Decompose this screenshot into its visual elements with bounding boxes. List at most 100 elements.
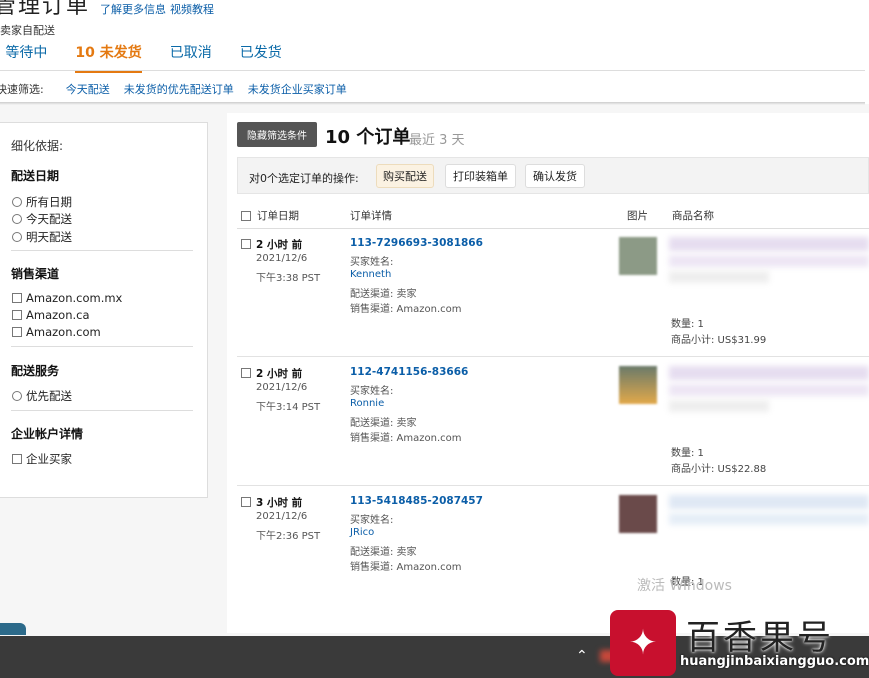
quantity: 数量: 1 — [671, 319, 704, 330]
tabs-divider — [0, 70, 865, 71]
row-checkbox[interactable] — [241, 368, 251, 378]
order-age: 3 小时 前 — [256, 497, 303, 509]
product-image[interactable] — [619, 495, 657, 533]
filter-amazon-mx[interactable]: Amazon.com.mx — [12, 291, 122, 305]
radio-icon[interactable] — [12, 214, 22, 224]
print-packing-slip-button[interactable]: 打印装箱单 — [445, 164, 516, 188]
col-image: 图片 — [627, 210, 648, 222]
checkbox-icon[interactable] — [12, 327, 22, 337]
product-image[interactable] — [619, 237, 657, 275]
order-id-link[interactable]: 112-4741156-83666 — [350, 366, 468, 378]
buyer-name-link[interactable]: Ronnie — [350, 398, 384, 409]
order-age: 2 小时 前 — [256, 368, 303, 380]
page-header: 管理订单 了解更多信息 视频教程 卖家自配送 0 等待中 10 未发货 已取消 … — [0, 0, 869, 105]
filter-divider — [11, 346, 193, 347]
quick-filter-label: 快速筛选: — [0, 83, 44, 96]
filter-title-business: 企业帐户详情 — [11, 427, 84, 441]
video-tutorial-link[interactable]: 视频教程 — [170, 1, 214, 17]
filter-today[interactable]: 今天配送 — [12, 211, 72, 227]
order-count: 10 个订单 — [325, 127, 411, 148]
product-title-blurred — [669, 384, 869, 396]
ship-channel: 配送渠道: 卖家 — [350, 547, 417, 558]
order-age: 2 小时 前 — [256, 239, 303, 251]
filter-divider — [11, 250, 193, 251]
refine-label: 细化依据: — [11, 139, 64, 153]
title-row: 管理订单 了解更多信息 视频教程 — [0, 0, 214, 20]
filter-amazon-com[interactable]: Amazon.com — [12, 325, 101, 339]
buyer-name-link[interactable]: Kenneth — [350, 269, 391, 280]
order-time: 下午3:38 PST — [256, 273, 321, 284]
row-checkbox[interactable] — [241, 497, 251, 507]
tab-unshipped[interactable]: 10 未发货 — [75, 42, 142, 73]
filter-title-sales-channel: 销售渠道 — [11, 267, 60, 281]
filter-priority[interactable]: 优先配送 — [12, 388, 72, 404]
filter-all-dates[interactable]: 所有日期 — [12, 194, 72, 210]
quick-filter-today[interactable]: 今天配送 — [66, 81, 110, 97]
sales-channel: 销售渠道: Amazon.com — [350, 304, 462, 315]
product-title-blurred — [669, 255, 869, 267]
quick-filter-priority[interactable]: 未发货的优先配送订单 — [124, 81, 234, 97]
ship-channel: 配送渠道: 卖家 — [350, 418, 417, 429]
filter-divider — [11, 410, 193, 411]
fulfillment-subtitle: 卖家自配送 — [0, 24, 55, 37]
ship-channel: 配送渠道: 卖家 — [350, 289, 417, 300]
tab-pending[interactable]: 0 等待中 — [0, 42, 47, 73]
order-date: 2021/12/6 — [256, 382, 308, 393]
select-all-checkbox[interactable] — [241, 210, 251, 221]
filter-business-buyer[interactable]: 企业买家 — [12, 451, 72, 467]
checkbox-icon[interactable] — [12, 310, 22, 320]
product-sku-blurred — [669, 271, 769, 283]
product-title-blurred — [669, 513, 869, 525]
order-tabs: 0 等待中 10 未发货 已取消 已发货 — [0, 42, 310, 73]
buyer-label: 买家姓名: — [350, 257, 394, 268]
chevron-up-icon[interactable]: ⌃ — [576, 648, 588, 664]
seller-central-page: 管理订单 了解更多信息 视频教程 卖家自配送 0 等待中 10 未发货 已取消 … — [0, 0, 869, 678]
product-title-blurred — [669, 237, 869, 251]
order-range: 最近 3 天 — [409, 133, 465, 148]
col-order-date: 订单日期 — [241, 208, 299, 223]
buyer-label: 买家姓名: — [350, 386, 394, 397]
chat-tab[interactable] — [0, 623, 26, 635]
order-date: 2021/12/6 — [256, 511, 308, 522]
row-divider — [237, 485, 869, 486]
tab-shipped[interactable]: 已发货 — [240, 42, 282, 73]
learn-more-link[interactable]: 了解更多信息 — [100, 1, 166, 17]
buyer-label: 买家姓名: — [350, 515, 394, 526]
order-time: 下午3:14 PST — [256, 402, 321, 413]
radio-icon[interactable] — [12, 391, 22, 401]
order-time: 下午2:36 PST — [256, 531, 321, 542]
sales-channel: 销售渠道: Amazon.com — [350, 433, 462, 444]
row-checkbox[interactable] — [241, 239, 251, 249]
checkbox-icon[interactable] — [12, 293, 22, 303]
radio-icon[interactable] — [12, 197, 22, 207]
bulk-action-label: 对0个选定订单的操作: — [249, 172, 359, 185]
filter-title-ship-date: 配送日期 — [11, 169, 60, 183]
sales-channel: 销售渠道: Amazon.com — [350, 562, 462, 573]
subtotal: 商品小计: US$31.99 — [671, 335, 767, 346]
tab-cancelled[interactable]: 已取消 — [170, 42, 212, 73]
product-sku-blurred — [669, 400, 769, 412]
confirm-shipment-button[interactable]: 确认发货 — [525, 164, 585, 188]
buyer-name-link[interactable]: JRico — [350, 527, 374, 538]
quick-filter-row: 快速筛选: 今天配送 未发货的优先配送订单 未发货企业买家订单 — [0, 81, 361, 97]
quantity: 数量: 1 — [671, 448, 704, 459]
hide-filters-button[interactable]: 隐藏筛选条件 — [237, 122, 317, 147]
table-row: 2 小时 前 2021/12/6 下午3:14 PST 112-4741156-… — [237, 358, 869, 486]
order-id-link[interactable]: 113-7296693-3081866 — [350, 237, 483, 249]
checkbox-icon[interactable] — [12, 454, 22, 464]
buy-shipping-button[interactable]: 购买配送 — [376, 164, 434, 188]
subtotal: 商品小计: US$22.88 — [671, 464, 767, 475]
page-title: 管理订单 — [0, 0, 91, 19]
order-id-link[interactable]: 113-5418485-2087457 — [350, 495, 483, 507]
quick-filter-business[interactable]: 未发货企业买家订单 — [248, 81, 347, 97]
product-image[interactable] — [619, 366, 657, 404]
orders-main: 隐藏筛选条件 10 个订单 最近 3 天 对0个选定订单的操作: 购买配送 打印… — [227, 113, 869, 633]
row-divider — [237, 356, 869, 357]
brand-url: huangjinbaixiangguo.com — [680, 654, 869, 669]
filter-amazon-ca[interactable]: Amazon.ca — [12, 308, 90, 322]
brand-logo-icon: ✦ — [610, 610, 676, 676]
radio-icon[interactable] — [12, 232, 22, 242]
bulk-action-bar: 对0个选定订单的操作: 购买配送 打印装箱单 确认发货 — [237, 157, 869, 194]
filter-tomorrow[interactable]: 明天配送 — [12, 229, 72, 245]
table-row: 2 小时 前 2021/12/6 下午3:38 PST 113-7296693-… — [237, 229, 869, 357]
